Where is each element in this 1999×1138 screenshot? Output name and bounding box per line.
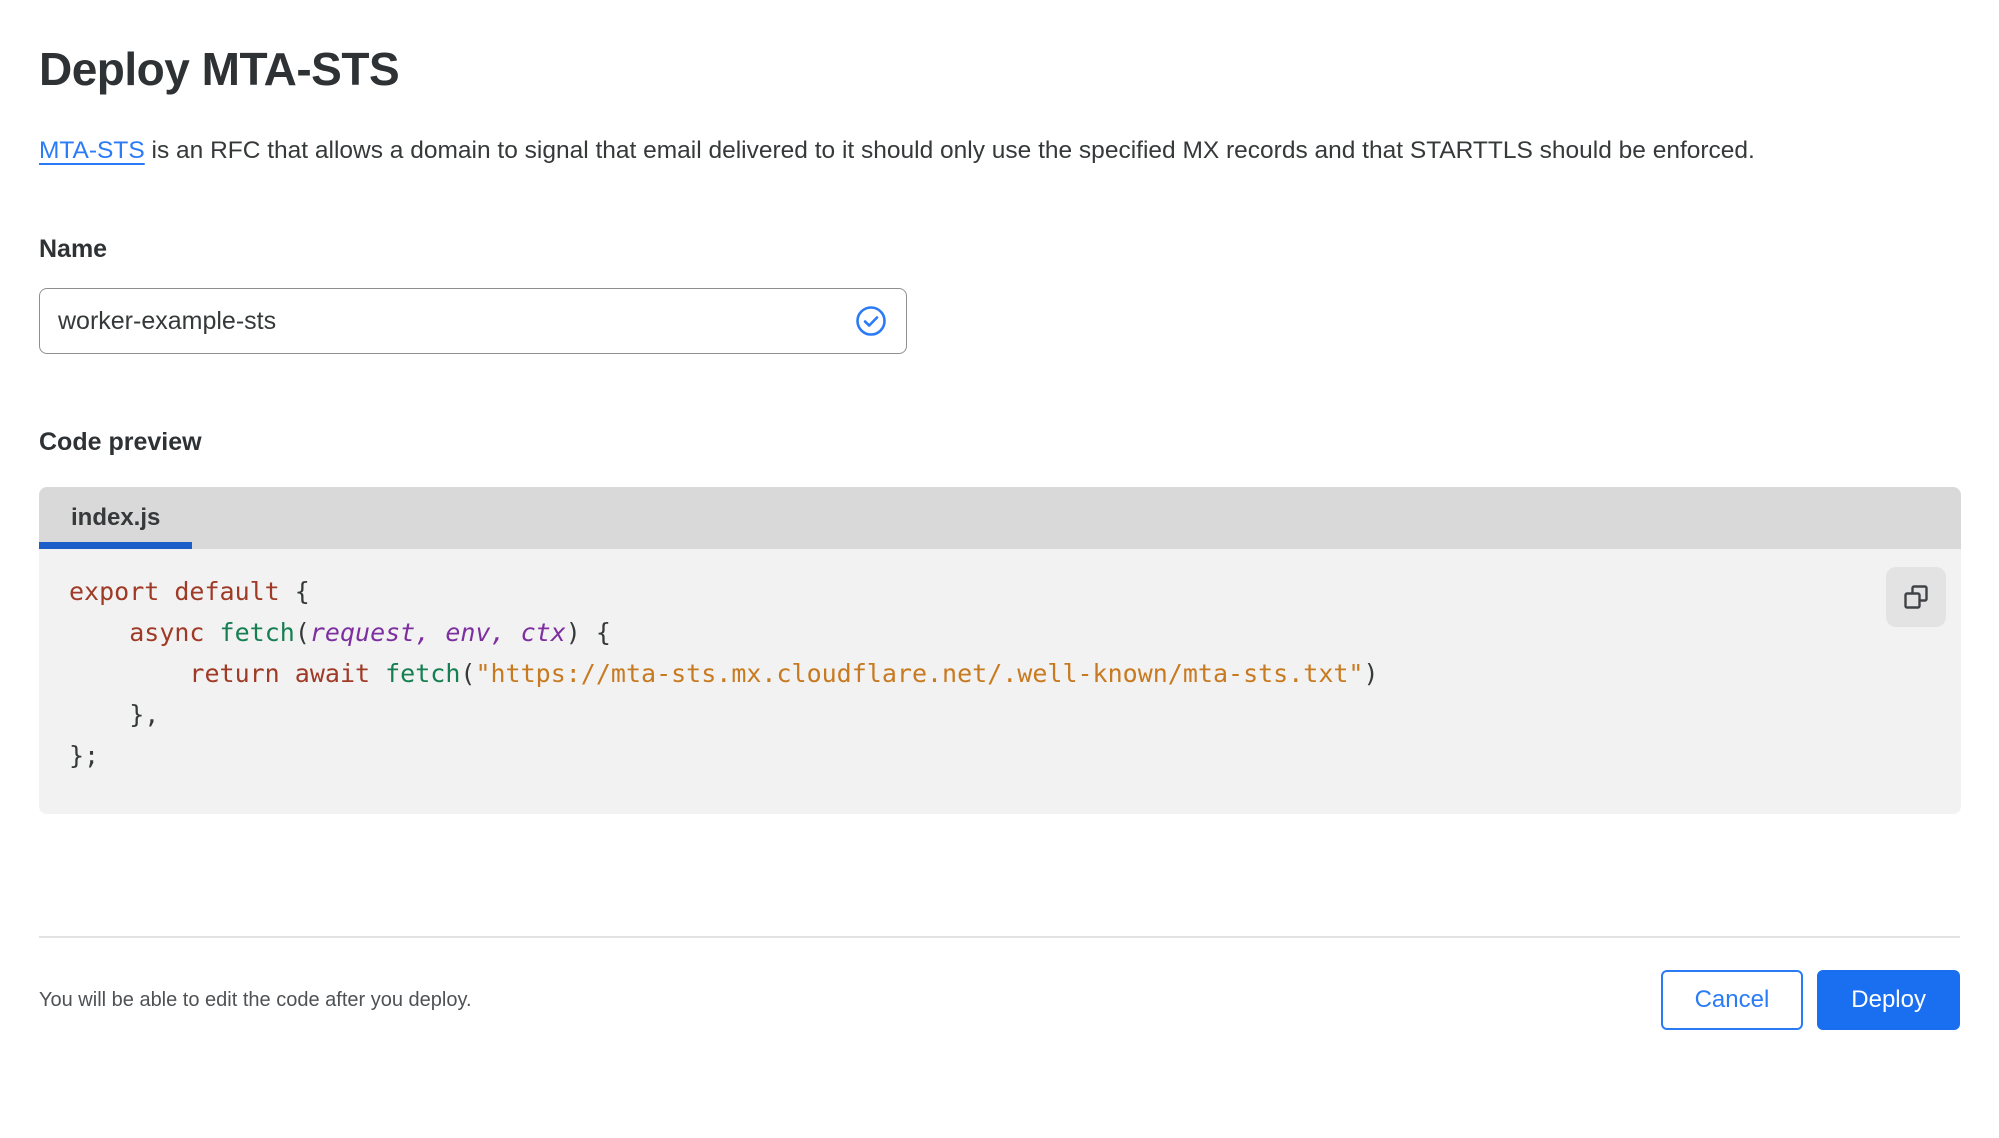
code-preview-label: Code preview [39,428,202,456]
deploy-mta-sts-page: Deploy MTA-STS MTA-STS is an RFC that al… [0,0,1999,1030]
copy-code-button[interactable] [1886,567,1946,627]
code-block: export default { async fetch(request, en… [39,549,1961,814]
footer-note: You will be able to edit the code after … [39,988,472,1011]
code-line: }, [69,700,160,729]
code-lines: export default { async fetch(request, en… [69,571,1871,776]
tab-label: index.js [71,504,161,531]
copy-icon [1904,585,1928,609]
code-line: return await fetch("https://mta-sts.mx.c… [189,659,1379,688]
footer: You will be able to edit the code after … [39,938,1960,1030]
name-input-wrap [39,288,907,354]
check-circle-icon [856,306,886,336]
name-label: Name [39,235,108,263]
name-input[interactable] [39,288,907,354]
cancel-button[interactable]: Cancel [1660,970,1804,1030]
footer-actions: Cancel Deploy [1660,970,1960,1030]
code-tab-bar: index.js [39,487,1961,549]
description-text: is an RFC that allows a domain to signal… [144,137,1755,164]
code-preview-card: index.js export default { async fetch(re… [39,487,1961,814]
description: MTA-STS is an RFC that allows a domain t… [39,128,1960,173]
deploy-button[interactable]: Deploy [1817,970,1960,1030]
tab-index-js[interactable]: index.js [39,487,193,549]
code-line: }; [69,741,100,770]
page-title: Deploy MTA-STS [39,43,400,95]
code-line: async fetch(request, env, ctx) { [129,618,611,647]
code-line: export default { [69,577,310,606]
mta-sts-link[interactable]: MTA-STS [39,137,145,164]
